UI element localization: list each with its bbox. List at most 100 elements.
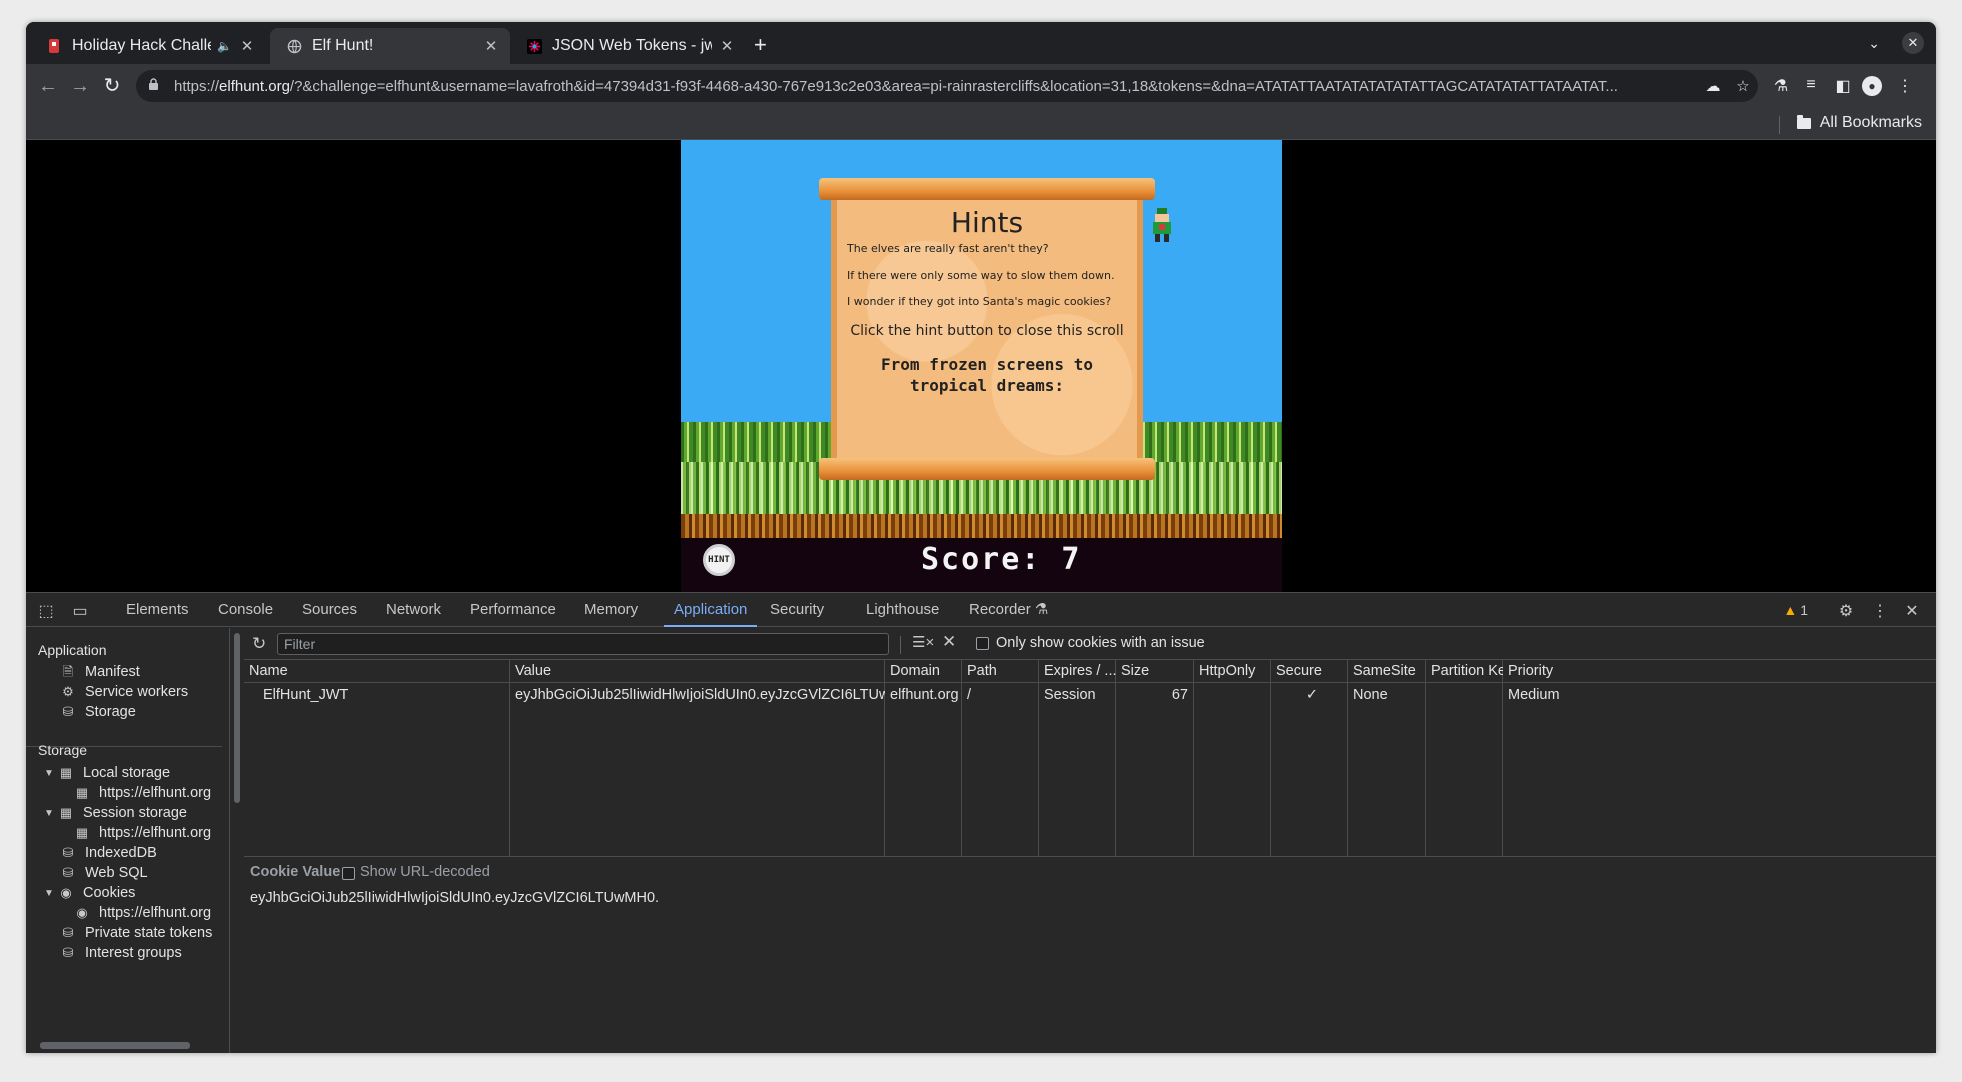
lock-icon[interactable] [148,78,162,94]
column-header-name[interactable]: Name [244,660,510,682]
address-bar[interactable]: https://elfhunt.org/?&challenge=elfhunt&… [136,70,1758,102]
clear-filtered-cookies-icon[interactable]: ☰× [912,633,934,651]
hint-button[interactable]: HINT [703,544,735,576]
sidebar-item-cookies[interactable]: ▼ ◉ Cookies [44,885,135,901]
sidebar-item-indexeddb[interactable]: ⛁ IndexedDB [60,845,157,861]
column-header-domain[interactable]: Domain [885,660,962,682]
cookie-size-cell[interactable]: 67 [1116,684,1194,706]
sidebar-item-storage[interactable]: ⛁ Storage [60,704,136,720]
refresh-icon[interactable]: ↻ [252,634,266,654]
table-grid-icon: ▦ [59,805,73,820]
side-panel-icon[interactable]: ◧ [1832,76,1854,96]
cookie-name-cell[interactable]: ElfHunt_JWT [258,684,510,706]
tab-security[interactable]: Security [770,593,824,627]
all-bookmarks-button[interactable]: All Bookmarks [1796,114,1922,132]
tab-search-chevron-icon[interactable]: ⌄ [1868,35,1880,52]
scroll-bottom-rod [819,458,1155,480]
cookie-filter-input[interactable] [277,633,889,655]
column-header-priority[interactable]: Priority [1503,660,1593,682]
browser-toolbar: ← → ↻ https://elfhunt.org/?&challenge=el… [26,64,1936,108]
sidebar-item-websql[interactable]: ⛁ Web SQL [60,865,148,881]
column-header-partition-key[interactable]: Partition Key [1426,660,1503,682]
share-icon[interactable]: ☁ [1698,77,1728,95]
column-header-expires[interactable]: Expires / ... [1039,660,1116,682]
cookie-partition-key-cell[interactable] [1426,684,1503,706]
cookie-samesite-cell[interactable]: None [1348,684,1426,706]
hint-text: If there were only some way to slow them… [847,268,1115,282]
tab-elements[interactable]: Elements [126,593,189,627]
close-tab-icon[interactable]: ✕ [238,37,256,55]
cookie-domain-cell[interactable]: elfhunt.org [885,684,962,706]
inspect-element-icon[interactable]: ⬚ [36,601,56,621]
new-tab-button[interactable]: + [754,34,767,56]
only-issues-checkbox[interactable] [976,637,989,650]
column-header-httponly[interactable]: HttpOnly [1194,660,1271,682]
sidebar-item-service-workers[interactable]: ⚙ Service workers [60,684,188,700]
speaker-icon[interactable]: 🔈 [217,39,232,53]
sidebar-item-session-storage[interactable]: ▼ ▦ Session storage [44,805,187,821]
tab-jwt[interactable]: JSON Web Tokens - jwt ✕ [510,28,746,64]
profile-avatar-icon[interactable]: ● [1862,76,1882,96]
cookie-priority-cell[interactable]: Medium [1503,684,1593,706]
settings-gear-icon[interactable]: ⚙ [1836,601,1856,621]
tab-holiday-hack[interactable]: Holiday Hack Challe 🔈 ✕ [30,28,266,64]
sidebar-item-interest-groups[interactable]: ⛁ Interest groups [60,945,182,961]
elf-hunt-game-canvas[interactable]: Hints The elves are really fast aren't t… [681,140,1282,592]
column-header-path[interactable]: Path [962,660,1039,682]
sidebar-item-private-state-tokens[interactable]: ⛁ Private state tokens [60,925,213,941]
hints-content: Hints The elves are really fast aren't t… [847,206,1127,397]
sidebar-vertical-scrollbar[interactable] [232,629,242,1053]
sidebar-item-session-storage-origin[interactable]: ▦ https://elfhunt.org [74,825,211,841]
devtools-tab-bar: ⬚ ▭ Elements Console Sources Network Per… [26,593,1936,627]
expand-triangle-icon[interactable]: ▼ [44,808,56,819]
tab-recorder[interactable]: Recorder ⚗ [969,593,1048,627]
tab-elf-hunt[interactable]: Elf Hunt! ✕ [270,28,510,64]
delete-selected-icon[interactable]: ✕ [942,632,956,652]
column-header-samesite[interactable]: SameSite [1348,660,1426,682]
browser-menu-icon[interactable]: ⋮ [1894,76,1916,96]
cookie-path-cell[interactable]: / [962,684,1039,706]
column-header-size[interactable]: Size [1116,660,1194,682]
column-header-secure[interactable]: Secure [1271,660,1348,682]
cookie-value-label: Cookie Value [250,864,341,880]
cookie-httponly-cell[interactable] [1194,684,1271,706]
all-bookmarks-label: All Bookmarks [1819,114,1922,131]
expand-triangle-icon[interactable]: ▼ [44,768,56,779]
tab-performance[interactable]: Performance [470,593,556,627]
bookmark-star-icon[interactable]: ☆ [1728,77,1758,95]
forward-icon[interactable]: → [68,74,92,98]
reading-list-icon[interactable]: ≡ [1800,76,1822,94]
globe-icon [286,38,302,54]
back-icon[interactable]: ← [36,74,60,98]
sidebar-item-cookies-origin[interactable]: ◉ https://elfhunt.org [74,905,211,921]
sidebar-item-local-storage[interactable]: ▼ ▦ Local storage [44,765,170,781]
close-devtools-icon[interactable]: ✕ [1902,601,1922,621]
tab-network[interactable]: Network [386,593,441,627]
elf-sprite-icon[interactable] [1149,208,1175,242]
device-toolbar-icon[interactable]: ▭ [70,601,90,621]
sidebar-item-manifest[interactable]: 🗎 Manifest [60,664,140,680]
sidebar-item-local-storage-origin[interactable]: ▦ https://elfhunt.org [74,785,211,801]
labs-flask-icon[interactable]: ⚗ [1770,76,1792,96]
cookie-value-text[interactable]: eyJhbGciOiJub25lIiwidHlwIjoiSldUIn0.eyJz… [250,890,659,906]
tab-sources[interactable]: Sources [302,593,357,627]
tab-lighthouse[interactable]: Lighthouse [866,593,939,627]
show-url-decoded-checkbox[interactable] [342,867,355,880]
reload-icon[interactable]: ↻ [100,74,124,98]
sidebar-horizontal-scrollbar[interactable] [30,1040,216,1050]
window-close-icon[interactable]: ✕ [1902,32,1924,54]
close-tab-icon[interactable]: ✕ [718,37,736,55]
cookie-expires-cell[interactable]: Session [1039,684,1116,706]
warnings-badge[interactable]: ▲ 1 [1783,602,1808,618]
tab-memory[interactable]: Memory [584,593,638,627]
scrollbar-thumb[interactable] [40,1042,190,1049]
cookie-secure-cell[interactable]: ✓ [1271,684,1348,706]
tab-console[interactable]: Console [218,593,273,627]
devtools-menu-icon[interactable]: ⋮ [1870,601,1890,621]
cookie-value-cell[interactable]: eyJhbGciOiJub25lIiwidHlwIjoiSldUIn0.eyJz… [510,684,885,706]
column-header-value[interactable]: Value [510,660,885,682]
scrollbar-thumb[interactable] [234,633,240,803]
expand-triangle-icon[interactable]: ▼ [44,888,56,899]
tab-application[interactable]: Application [664,593,758,627]
close-tab-icon[interactable]: ✕ [482,37,500,55]
